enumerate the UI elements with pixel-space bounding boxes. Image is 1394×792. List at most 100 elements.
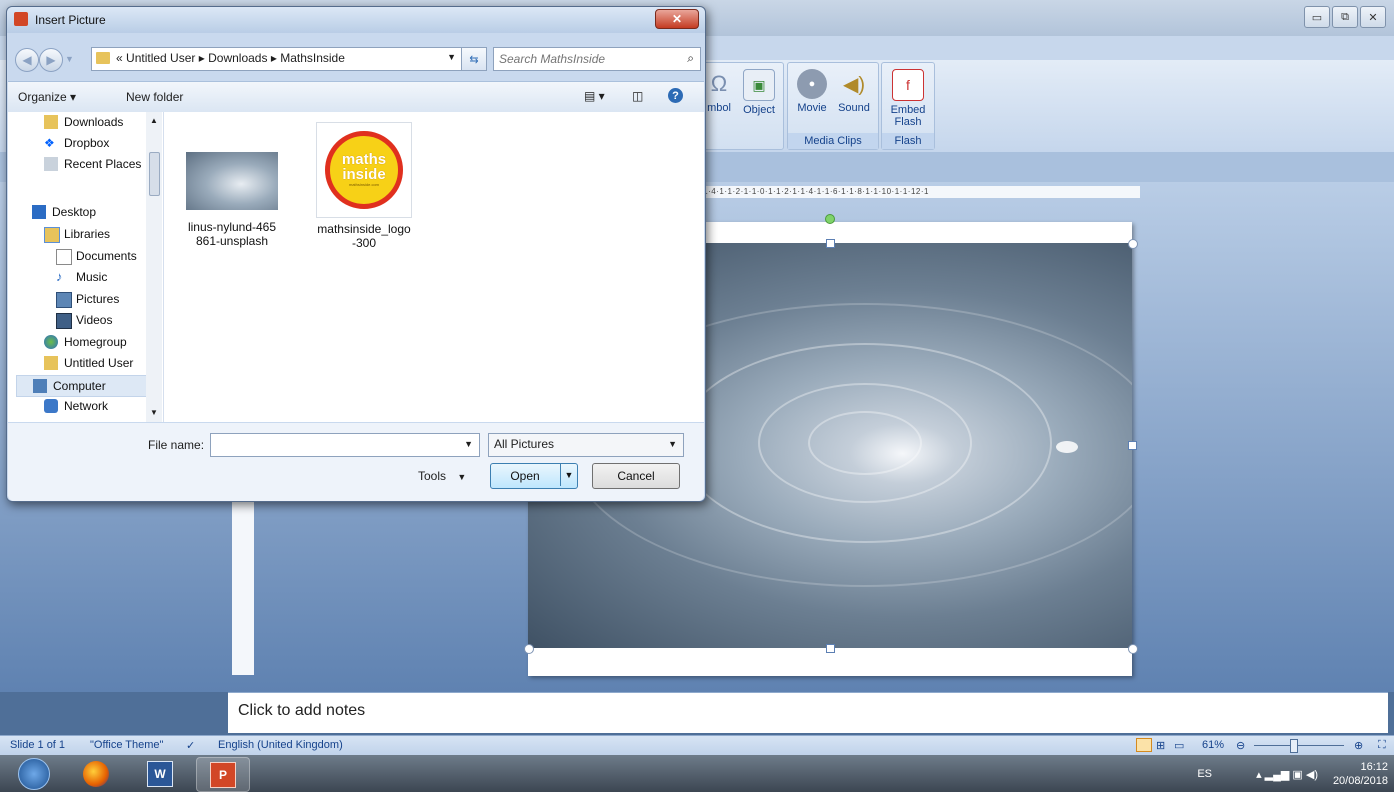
file-name-field[interactable]: ▼ [210, 433, 480, 457]
search-box[interactable]: ⌕ [493, 47, 701, 71]
back-button[interactable]: ◀ [15, 48, 39, 72]
nav-downloads[interactable]: Downloads [8, 112, 146, 132]
pictures-icon [56, 292, 72, 308]
movie-button[interactable]: ● Movie [792, 69, 832, 114]
search-input[interactable] [497, 50, 671, 68]
recent-pages-dropdown-icon[interactable]: ▼ [65, 54, 74, 64]
breadcrumb-untitled-user[interactable]: Untitled User [126, 51, 195, 65]
zoom-slider-thumb[interactable] [1290, 739, 1298, 753]
resize-handle-top[interactable] [826, 239, 835, 248]
file-name-dropdown-icon[interactable]: ▼ [464, 439, 473, 449]
zoom-level[interactable]: 61% [1202, 739, 1224, 751]
desktop-icon [32, 205, 46, 219]
resize-handle-top-right[interactable] [1128, 239, 1138, 249]
zoom-out-icon[interactable]: ⊖ [1236, 739, 1245, 752]
preview-pane-icon[interactable]: ◫ [632, 89, 643, 103]
notes-placeholder: Click to add notes [238, 702, 366, 719]
slide-sorter-icon[interactable]: ⊞ [1156, 739, 1165, 752]
resize-handle-bottom-right[interactable] [1128, 644, 1138, 654]
zoom-in-icon[interactable]: ⊕ [1354, 739, 1363, 752]
tools-menu[interactable]: Tools ▼ [418, 469, 466, 483]
resize-handle-bottom-left[interactable] [524, 644, 534, 654]
dialog-toolbar: Organize ▾ New folder ▤ ▾ ◫ ? [8, 81, 704, 113]
breadcrumb-downloads[interactable]: Downloads [208, 51, 267, 65]
spellcheck-icon[interactable]: ✓ [186, 739, 195, 752]
resize-handle-bottom[interactable] [826, 644, 835, 653]
videos-icon [56, 313, 72, 329]
ribbon-group-media-clips: ● Movie ◀) Sound Media Clips [787, 62, 879, 150]
nav-recent-places[interactable]: Recent Places [8, 154, 146, 174]
sound-button[interactable]: ◀) Sound [834, 69, 874, 115]
vertical-ruler [232, 500, 254, 675]
forward-button[interactable]: ▶ [39, 48, 63, 72]
zoom-slider[interactable] [1254, 745, 1344, 746]
nav-dropbox[interactable]: ❖ Dropbox [8, 133, 146, 153]
scrollbar-thumb[interactable] [149, 152, 160, 196]
nav-music[interactable]: ♪ Music [8, 267, 146, 287]
taskbar-powerpoint[interactable]: P [196, 757, 250, 792]
nav-computer[interactable]: Computer [16, 375, 148, 397]
nav-libraries[interactable]: Libraries [8, 224, 146, 244]
breadcrumb-separator[interactable]: ▸ [199, 51, 205, 65]
address-row: ◀ ▶ ▼ « Untitled User ▸ Downloads ▸ Math… [15, 47, 701, 73]
folder-icon [96, 52, 110, 64]
file-item[interactable]: maths inside mathsinside.com mathsinside… [312, 122, 416, 250]
music-icon: ♪ [56, 269, 63, 284]
cancel-button[interactable]: Cancel [592, 463, 680, 489]
change-view-icon[interactable]: ▤ ▾ [584, 89, 605, 103]
dialog-title: Insert Picture [35, 13, 106, 27]
slideshow-icon[interactable]: ▭ [1174, 739, 1184, 752]
close-icon: ✕ [671, 12, 683, 26]
search-icon[interactable]: ⌕ [687, 51, 694, 66]
fit-to-window-icon[interactable]: ⛶ [1378, 739, 1386, 752]
navigation-scrollbar[interactable]: ▲ ▼ [146, 112, 162, 422]
nav-documents[interactable]: Documents [8, 246, 146, 266]
taskbar-firefox[interactable] [70, 757, 122, 790]
file-type-select[interactable]: All Pictures ▼ [488, 433, 684, 457]
language[interactable]: English (United Kingdom) [218, 739, 343, 751]
nav-pictures[interactable]: Pictures [8, 289, 146, 309]
start-button[interactable] [8, 757, 60, 790]
forward-arrow-icon: ▶ [46, 53, 56, 67]
symbol-button[interactable]: Ω mbol [701, 69, 737, 114]
normal-view-icon[interactable] [1136, 738, 1152, 752]
minimize-button[interactable]: ▭ [1304, 6, 1330, 28]
resize-handle-right[interactable] [1128, 441, 1137, 450]
nav-videos[interactable]: Videos [8, 310, 146, 330]
dialog-close-button[interactable]: ✕ [655, 9, 699, 29]
organize-menu[interactable]: Organize ▾ [18, 90, 76, 104]
recent-places-icon [44, 157, 58, 171]
language-indicator[interactable]: ES [1197, 768, 1212, 780]
refresh-button[interactable]: ⇆ [461, 48, 486, 70]
object-button[interactable]: ▣ Object [739, 69, 779, 116]
back-arrow-icon: ◀ [22, 53, 32, 67]
embed-flash-button[interactable]: f Embed Flash [886, 69, 930, 128]
file-item[interactable]: linus-nylund-465 861-unsplash [182, 152, 282, 248]
close-window-button[interactable]: ✕ [1360, 6, 1386, 28]
clock[interactable]: 16:12 20/08/2018 [1328, 760, 1388, 788]
breadcrumb-mathsinside[interactable]: MathsInside [280, 51, 345, 65]
file-type-dropdown-icon[interactable]: ▼ [668, 439, 677, 449]
nav-network[interactable]: Network [8, 396, 146, 416]
file-name: mathsinside_logo [317, 222, 411, 236]
address-dropdown-icon[interactable]: ▼ [447, 52, 456, 62]
taskbar-word[interactable]: W [134, 757, 186, 790]
new-folder-button[interactable]: New folder [126, 90, 183, 104]
address-bar[interactable]: « Untitled User ▸ Downloads ▸ MathsInsid… [91, 47, 487, 71]
nav-untitled-user[interactable]: Untitled User [8, 353, 146, 373]
breadcrumb-overflow[interactable]: « [116, 51, 123, 65]
status-bar: Slide 1 of 1 "Office Theme" ✓ English (U… [0, 735, 1394, 756]
help-icon[interactable]: ? [668, 88, 683, 103]
restore-button[interactable]: ⧉ [1332, 6, 1358, 28]
file-name: -300 [351, 236, 377, 250]
scroll-up-icon[interactable]: ▲ [150, 116, 158, 125]
open-button[interactable]: Open ▼ [490, 463, 578, 489]
nav-desktop[interactable]: Desktop [8, 202, 146, 222]
notes-pane[interactable] [228, 692, 1388, 733]
open-options-dropdown-icon[interactable]: ▼ [560, 464, 577, 486]
rotate-handle[interactable] [825, 214, 835, 224]
nav-homegroup[interactable]: Homegroup [8, 332, 146, 352]
breadcrumb-separator[interactable]: ▸ [271, 51, 277, 65]
scroll-down-icon[interactable]: ▼ [150, 408, 158, 417]
tray-icons[interactable]: ▴ ▂▄▆ ▣ ◀) [1256, 768, 1318, 781]
